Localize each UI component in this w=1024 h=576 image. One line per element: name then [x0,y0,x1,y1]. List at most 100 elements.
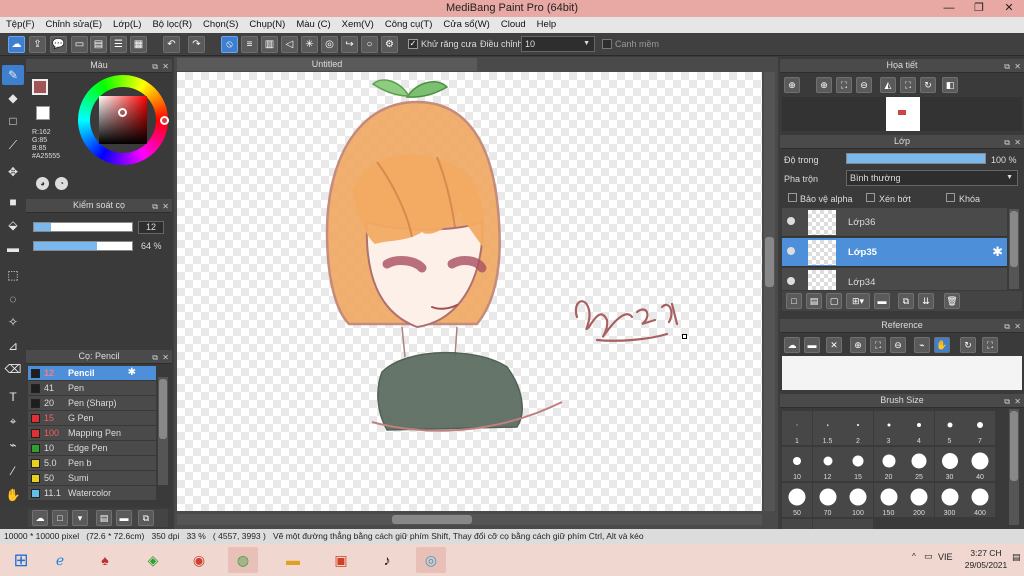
secondary-color-swatch[interactable] [36,106,50,120]
duplicate-layer-icon[interactable]: ⧉ [898,293,914,309]
brush-size-option[interactable]: 20 [873,447,904,481]
antialias-checkbox[interactable]: ✓ [408,39,418,49]
gradient-tool-icon[interactable]: ▬ [2,238,24,258]
ie-browser-icon[interactable]: ℯ [45,547,75,573]
popout-icon[interactable]: ⧉ [152,200,158,213]
brush-list-scrollbar[interactable] [158,377,168,485]
eye-icon[interactable] [787,217,795,225]
open-folder-icon[interactable]: ▬ [804,337,820,353]
menu-filter[interactable]: Bộ lọc(R) [146,17,197,30]
cloud-brush-icon[interactable]: ☁ [32,510,48,526]
brush-size-option[interactable]: 1.5 [812,411,843,445]
fit-icon[interactable]: ⛶ [836,77,852,93]
reset-view-icon[interactable]: ⛶ [900,77,916,93]
gear-icon[interactable]: ✱ [992,244,1003,260]
brush-size-option[interactable]: 100 [843,483,873,517]
tiktok-icon[interactable]: ♪ [372,547,402,573]
page-icon[interactable]: ▦ [130,36,147,53]
close-icon[interactable]: ✕ [1014,320,1021,333]
close-reference-icon[interactable]: ✕ [826,337,842,353]
grid-snap-icon[interactable]: ▥ [261,36,278,53]
protect-alpha-checkbox[interactable] [788,193,797,202]
copy-brush-icon[interactable]: ⧉ [138,510,154,526]
menu-file[interactable]: Tệp(F) [0,17,40,30]
gear-icon[interactable]: ✱ [128,366,136,380]
menu-window[interactable]: Cửa sổ(W) [437,17,494,30]
brush-size-option[interactable]: 200 [904,483,934,517]
close-icon[interactable]: ✕ [162,200,169,213]
menu-tools[interactable]: Công cụ(T) [379,17,438,30]
hand-tool-icon[interactable]: ✋ [2,485,24,505]
select-pen-icon[interactable]: ⊿ [2,336,24,356]
flip-icon[interactable]: ◭ [880,77,896,93]
divide-tool-icon[interactable]: ⌖ [2,411,24,431]
palette-add-icon[interactable]: ◔ [55,177,68,190]
cloud-reference-icon[interactable]: ☁ [784,337,800,353]
zoom-in-icon[interactable]: ⊕ [784,77,800,93]
undo-icon[interactable]: ↶ [163,36,180,53]
brush-size-option[interactable]: 25 [904,447,934,481]
new-8bit-layer-icon[interactable]: ▤ [806,293,822,309]
brush-size-option[interactable]: 7 [965,411,995,445]
layer-item[interactable]: Lớp34 [782,268,1007,290]
brush-item[interactable]: 5.0 Pen b [28,456,156,471]
solitaire-icon[interactable]: ♠ [90,547,120,573]
new-1bit-layer-icon[interactable]: ▢ [826,293,842,309]
redo-icon[interactable]: ↷ [188,36,205,53]
curve-snap-icon[interactable]: ↪ [341,36,358,53]
popout-icon[interactable]: ⧉ [1004,395,1010,408]
language-indicator[interactable]: VIE [938,552,953,562]
color-picker-cursor[interactable] [118,108,127,117]
eye-icon[interactable] [787,277,795,285]
size-value[interactable]: 12 [138,221,164,234]
menu-help[interactable]: Help [531,17,562,30]
powerpoint-icon[interactable]: ▣ [326,547,356,573]
folder-icon[interactable]: ▬ [874,293,890,309]
canvas-tab[interactable]: Untitled [177,58,477,71]
lasso-tool-icon[interactable]: ◌ [2,289,24,309]
minimize-button[interactable]: — [934,0,964,17]
size-slider[interactable] [33,222,133,232]
brush-item[interactable]: 41 Pen [28,381,156,396]
popout-icon[interactable]: ⧉ [1004,320,1010,333]
maximize-button[interactable]: ❐ [964,0,994,17]
brush-size-option[interactable]: 2 [843,411,873,445]
close-button[interactable]: ✕ [994,0,1024,17]
select-eraser-icon[interactable]: ⌫ [2,359,24,379]
eyedropper-icon[interactable]: ⌁ [2,435,24,455]
bucket-tool-icon[interactable]: ⬙ [2,215,24,235]
brush-size-option[interactable]: 1 [782,411,812,445]
reference-area[interactable] [782,356,1022,390]
menu-layer[interactable]: Lớp(L) [107,17,146,30]
medibang-window-icon[interactable]: ◎ [416,547,446,573]
rotate-icon[interactable]: ↻ [960,337,976,353]
brush-settings-icon[interactable]: ▤ [96,510,112,526]
merge-layer-icon[interactable]: ⇊ [918,293,934,309]
medibang-taskbar-icon[interactable]: ◍ [228,547,258,573]
ellipse-snap-icon[interactable]: ○ [361,36,378,53]
notification-icon[interactable]: ▤ [1012,552,1021,563]
popout-icon[interactable]: ⧉ [1004,136,1010,149]
pipette-icon[interactable]: ⁄ [2,461,24,481]
menu-select[interactable]: Chọn(S) [197,17,243,30]
radial-snap-icon[interactable]: ✳ [301,36,318,53]
chat-icon[interactable]: ▭ [71,36,88,53]
brush-size-option[interactable]: 10 [782,447,812,481]
menu-capture[interactable]: Chụp(N) [243,17,290,30]
share-icon[interactable]: ⇪ [29,36,46,53]
rectangle-tool-icon[interactable]: □ [2,111,24,131]
rotate-icon[interactable]: ↻ [920,77,936,93]
brush-size-option[interactable]: 400 [965,483,995,517]
menu-edit[interactable]: Chỉnh sửa(E) [40,17,108,30]
perspective-snap-icon[interactable]: ◁ [281,36,298,53]
primary-color-swatch[interactable] [32,79,48,95]
zoom-in-icon[interactable]: ⊕ [816,77,832,93]
navigator-preview[interactable] [782,97,1022,131]
layer-opacity-slider[interactable] [846,153,986,164]
new-brush-icon[interactable]: □ [52,510,68,526]
popout-icon[interactable]: ⧉ [1004,60,1010,73]
brush-size-option[interactable]: 150 [873,483,904,517]
brush-size-option[interactable]: 300 [934,483,965,517]
layer-item[interactable]: Lớp36 [782,208,1007,237]
bluestacks-icon[interactable]: ◈ [138,547,168,573]
